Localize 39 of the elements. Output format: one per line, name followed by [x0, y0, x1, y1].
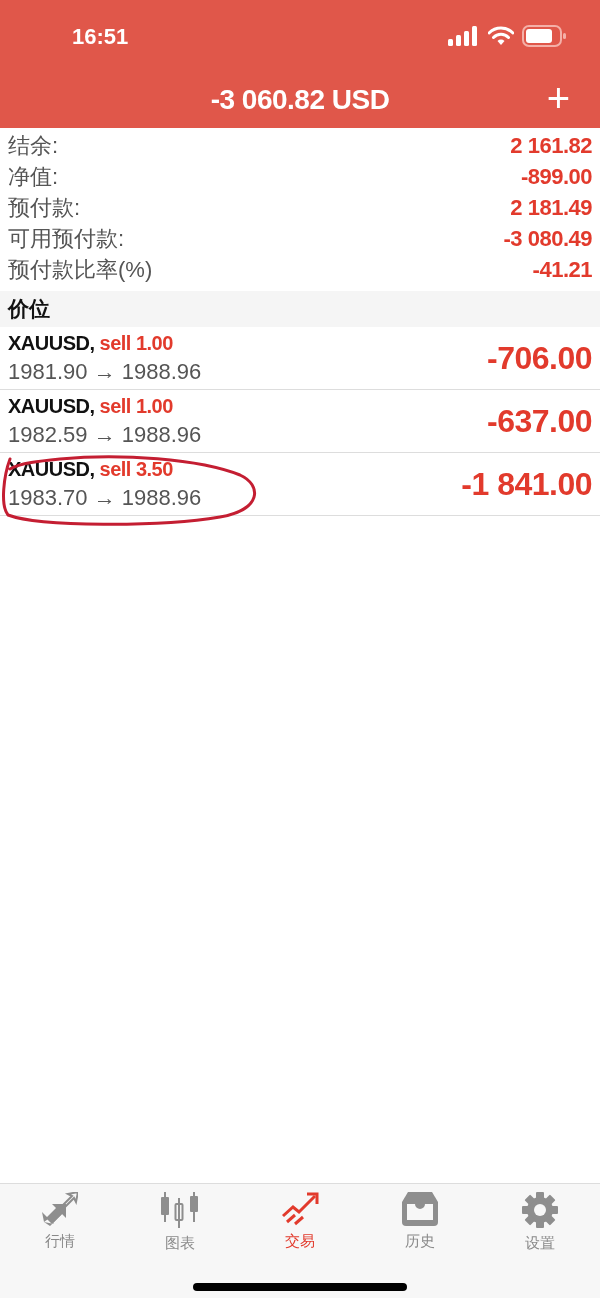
price-change: 1983.70 → 1988.96: [8, 484, 202, 511]
tab-button[interactable]: 图表: [140, 1192, 220, 1253]
signal-icon: [448, 26, 480, 46]
balance-title: -3 060.82 USD: [210, 84, 390, 116]
summary-value: -899.00: [520, 163, 592, 190]
summary-label: 可用预付款:: [8, 224, 125, 253]
symbol-label: XAUUSD,: [8, 457, 95, 481]
tab-button[interactable]: 交易: [260, 1192, 340, 1253]
add-button[interactable]: +: [540, 78, 576, 118]
trend-icon: [281, 1192, 319, 1226]
summary-value: 2 161.82: [510, 132, 592, 159]
order-label: sell 1.00: [99, 394, 173, 418]
summary-label: 预付款:: [8, 193, 81, 222]
summary-value: 2 181.49: [510, 194, 592, 221]
price-change: 1981.90 → 1988.96: [8, 358, 202, 385]
section-title: 价位: [8, 296, 50, 322]
summary-label: 预付款比率(%): [8, 255, 153, 284]
profit-value: -1 841.00: [461, 465, 592, 503]
arrows-icon: [42, 1192, 78, 1226]
status-time: 16:51: [72, 23, 129, 50]
candlestick-icon: [161, 1192, 199, 1228]
tab-button[interactable]: 设置: [500, 1192, 580, 1253]
profit-value: -706.00: [486, 339, 592, 377]
summary-value: -41.21: [532, 256, 592, 283]
wifi-icon: [488, 26, 514, 46]
order-label: sell 1.00: [99, 331, 173, 355]
tab-button[interactable]: 行情: [20, 1192, 100, 1253]
symbol-label: XAUUSD,: [8, 394, 95, 418]
battery-icon: [522, 25, 566, 47]
settings-icon: [522, 1192, 558, 1228]
symbol-label: XAUUSD,: [8, 331, 95, 355]
summary-label: 净值:: [8, 162, 59, 191]
price-change: 1982.59 → 1988.96: [8, 421, 202, 448]
tab-button[interactable]: 历史: [380, 1192, 460, 1253]
tray-icon: [402, 1192, 438, 1226]
order-label: sell 3.50: [99, 457, 173, 481]
summary-label: 结余:: [8, 131, 59, 160]
summary-value: -3 080.49: [503, 225, 592, 252]
profit-value: -637.00: [486, 402, 592, 440]
